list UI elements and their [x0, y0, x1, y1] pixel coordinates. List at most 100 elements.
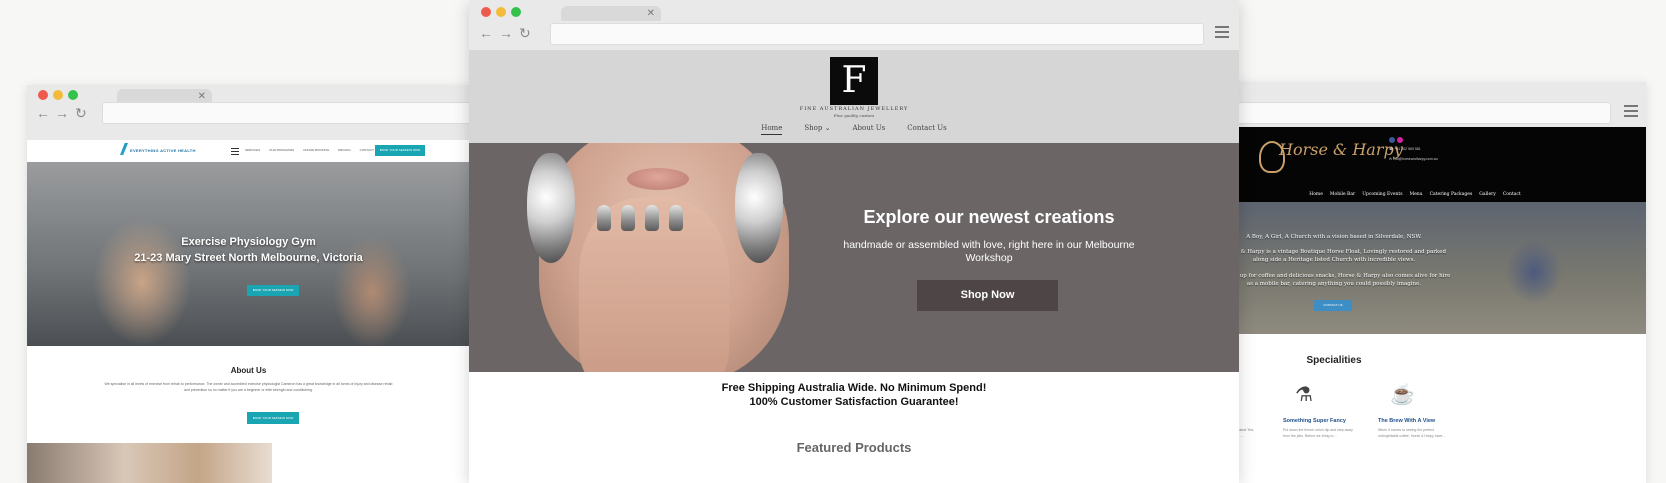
back-arrow-icon[interactable]: ←: [36, 105, 50, 121]
reload-icon[interactable]: ↻: [75, 105, 87, 122]
address-bar[interactable]: [550, 23, 1204, 45]
email-text: ✉ info@horseandharpy.com.au: [1389, 154, 1438, 164]
hero-title: Explore our newest creations: [863, 207, 1115, 227]
logo-tagline: Fine quality custom: [833, 113, 875, 118]
address-bar[interactable]: [1184, 102, 1611, 124]
contact-us-button[interactable]: CONTACT US: [1314, 300, 1352, 311]
browser-menu-icon[interactable]: [1624, 105, 1638, 120]
hamburger-menu-icon[interactable]: [231, 148, 239, 157]
about-book-button[interactable]: BOOK YOUR SESSION NOW: [247, 412, 299, 424]
minimize-dot-icon[interactable]: [496, 7, 506, 17]
shipping-banner: Free Shipping Australia Wide. No Minimum…: [469, 381, 1239, 409]
hero-image: Exercise Physiology Gym 21-23 Mary Stree…: [27, 162, 470, 346]
model-nails-image: [597, 205, 683, 231]
nav-item[interactable]: Upcoming Events: [1362, 188, 1402, 202]
about-text: We specialise in all levels of exercise …: [104, 382, 393, 392]
logo-wordmark: FINE AUSTRALIAN JEWELLERY: [799, 106, 909, 112]
nav-shop-label: Shop: [804, 124, 823, 132]
card-title: The Brew With A View: [1378, 418, 1436, 424]
nav-shop[interactable]: Shop ⌄: [804, 124, 830, 135]
shop-now-button[interactable]: Shop Now: [917, 280, 1058, 311]
nav-item[interactable]: PRICING: [338, 148, 351, 152]
browser-tab[interactable]: ✕: [117, 89, 212, 103]
card-text: When it comes to seeing the perfect unfo…: [1378, 428, 1447, 438]
hero-text-2: Horse & Harpy is a vintage Boutique Hors…: [1222, 249, 1446, 263]
tab-close-icon[interactable]: ✕: [647, 8, 655, 19]
hero-title: Exercise Physiology Gym 21-23 Mary Stree…: [27, 234, 470, 266]
maximize-dot-icon[interactable]: [511, 7, 521, 17]
model-lips-image: [627, 168, 689, 190]
hero-text-3: Geared up for coffee and delicious snack…: [1217, 273, 1451, 287]
left-browser-window: ✕ ← → ↻ EVERYTHING ACTIVE HEALTH SERVICE…: [27, 85, 470, 483]
back-arrow-icon[interactable]: ←: [479, 25, 493, 41]
coffee-maker-icon: ⚗: [1295, 384, 1313, 406]
hero-banner: A Boy, A Girl, A Church with a vision ba…: [1184, 202, 1646, 334]
about-section: About Us We specialise in all levels of …: [27, 366, 470, 393]
nav-item[interactable]: Home: [1309, 188, 1323, 202]
site-header: EVERYTHING ACTIVE HEALTH SERVICES OUR PR…: [27, 140, 470, 163]
address-bar[interactable]: [102, 102, 470, 124]
right-browser-window: Horse & Harpy ☎ +61 402 569 581 ✉ info@h…: [1184, 82, 1646, 483]
book-session-button[interactable]: BOOK YOUR SESSION NOW: [375, 145, 425, 156]
contact-block: ☎ +61 402 569 581 ✉ info@horseandharpy.c…: [1389, 137, 1438, 164]
nav-about[interactable]: About Us: [852, 124, 885, 135]
phone-text: ☎ +61 402 569 581: [1389, 144, 1438, 154]
forward-arrow-icon[interactable]: →: [55, 105, 69, 121]
teacup-icon: ☕: [1390, 384, 1415, 406]
close-dot-icon[interactable]: [38, 90, 48, 100]
nav-contact[interactable]: Contact Us: [907, 124, 947, 135]
about-heading: About Us: [230, 366, 267, 375]
main-nav: Home Mobile Bar Upcoming Events Menu Cat…: [1184, 188, 1646, 202]
hero-book-button[interactable]: BOOK YOUR SESSION NOW: [247, 285, 299, 296]
hero-text-1: A Boy, A Girl, A Church with a vision ba…: [1246, 234, 1422, 240]
card-title: Something Super Fancy: [1283, 418, 1346, 424]
chevron-down-icon: ⌄: [824, 124, 831, 132]
featured-products-heading: Featured Products: [796, 440, 912, 455]
site-header: Horse & Harpy ☎ +61 402 569 581 ✉ info@h…: [1184, 127, 1646, 196]
phone-number[interactable]: +61 402 569 581: [1394, 147, 1420, 151]
nav-item[interactable]: OUR PROGRAMS: [269, 148, 294, 152]
nav-item[interactable]: Contact: [1503, 188, 1521, 202]
browser-tab[interactable]: ✕: [561, 6, 661, 21]
earring-right-image: [735, 153, 783, 263]
hero-banner: Explore our newest creations handmade or…: [469, 143, 1239, 372]
gallery-image: [27, 443, 272, 483]
nav-item[interactable]: Gallery: [1479, 188, 1496, 202]
site-logo[interactable]: Horse & Harpy: [1279, 142, 1403, 158]
browser-chrome: [1184, 82, 1646, 127]
nav-item[interactable]: Menu: [1410, 188, 1423, 202]
guarantee-line: 100% Customer Satisfaction Guarantee!: [749, 396, 959, 408]
close-dot-icon[interactable]: [481, 7, 491, 17]
reload-icon[interactable]: ↻: [519, 25, 531, 42]
hero-title-line-1: Exercise Physiology Gym: [181, 236, 316, 248]
hero-subtitle: handmade or assembled with love, right h…: [843, 239, 1135, 264]
minimize-dot-icon[interactable]: [53, 90, 63, 100]
browser-chrome: ✕ ← → ↻: [27, 85, 470, 140]
site-logo[interactable]: EVERYTHING ACTIVE HEALTH: [130, 148, 196, 153]
earring-left-image: [527, 153, 575, 263]
browser-chrome: ✕ ← → ↻: [469, 0, 1239, 50]
hero-title-line-2: 21-23 Mary Street North Melbourne, Victo…: [134, 252, 363, 264]
instagram-icon[interactable]: [1397, 137, 1403, 143]
browser-menu-icon[interactable]: [1215, 26, 1229, 41]
nav-item[interactable]: SERVICES: [245, 148, 260, 152]
tab-close-icon[interactable]: ✕: [198, 91, 206, 102]
nav-home[interactable]: Home: [761, 124, 783, 135]
facebook-icon[interactable]: [1389, 137, 1395, 143]
main-nav: Home Shop ⌄ About Us Contact Us: [469, 124, 1239, 135]
nav-item[interactable]: ONLINE BOOKING: [303, 148, 329, 152]
nav-item[interactable]: Catering Packages: [1430, 188, 1473, 202]
forward-arrow-icon[interactable]: →: [499, 25, 513, 41]
social-links: [1389, 137, 1438, 143]
site-logo[interactable]: F: [830, 57, 878, 105]
card-text: Put down the french onion dip and step a…: [1283, 428, 1353, 438]
main-nav: SERVICES OUR PROGRAMS ONLINE BOOKING PRI…: [245, 148, 374, 152]
brand-logo-icon: [120, 143, 128, 155]
center-browser-window: ✕ ← → ↻ F FINE AUSTRALIAN JEWELLERY Fine…: [469, 0, 1239, 483]
email-address[interactable]: info@horseandharpy.com.au: [1393, 157, 1438, 161]
maximize-dot-icon[interactable]: [68, 90, 78, 100]
nav-item[interactable]: Mobile Bar: [1330, 188, 1355, 202]
speciality-card[interactable]: ☕ The Brew With A View When it comes to …: [1378, 382, 1450, 439]
speciality-card[interactable]: ⚗ Something Super Fancy Put down the fre…: [1283, 382, 1355, 439]
nav-item[interactable]: CONTACT: [360, 148, 374, 152]
